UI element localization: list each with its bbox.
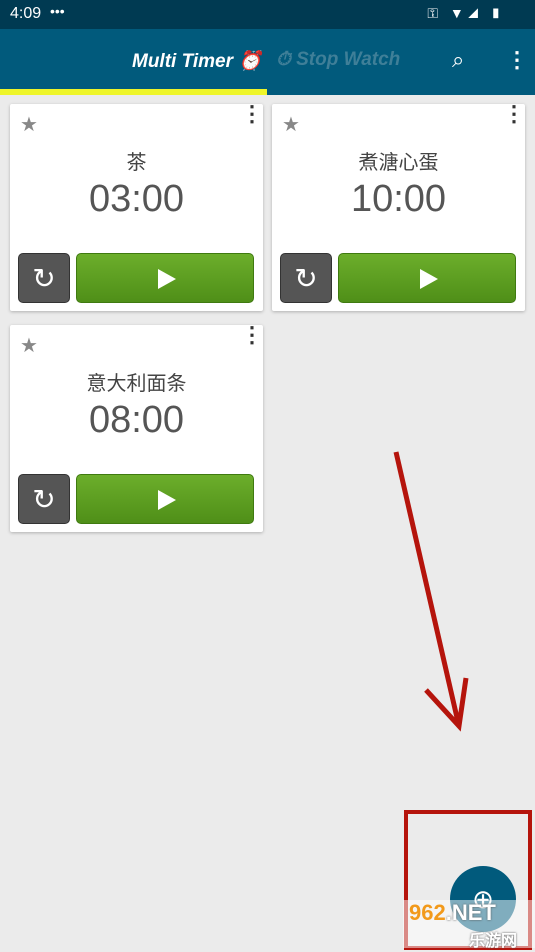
annotation-arrow [393, 451, 469, 732]
watermark-cn: 乐游网 [469, 933, 518, 950]
watermark: 962.NET 乐游网 [403, 900, 535, 950]
watermark-num: 962 [409, 900, 446, 925]
watermark-net: .NET [445, 900, 496, 925]
